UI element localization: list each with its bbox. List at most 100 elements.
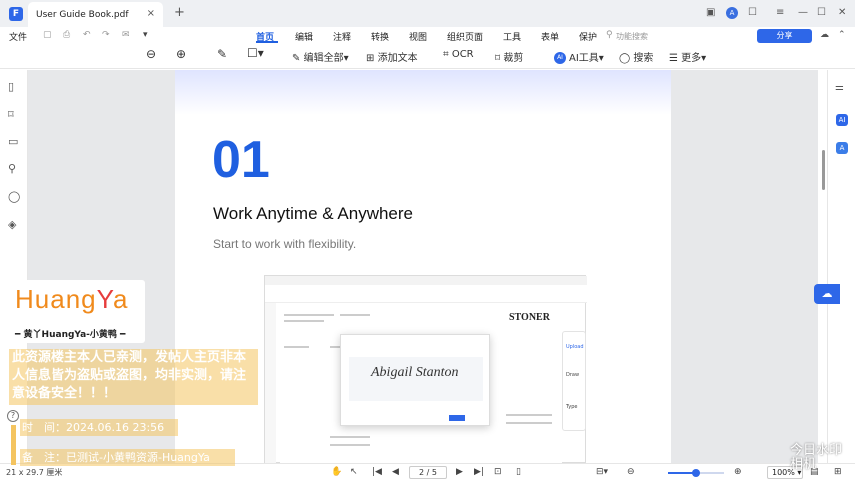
embedded-line <box>330 436 370 438</box>
tab-view[interactable]: 视图 <box>409 30 427 43</box>
embedded-line <box>506 422 552 424</box>
attachment-icon[interactable]: ⚲ <box>8 162 16 175</box>
ocr-button[interactable]: ⌗ OCR <box>443 49 474 60</box>
menu-icon[interactable]: ≡ <box>776 7 784 18</box>
embedded-line <box>506 414 552 416</box>
zoom-in-icon[interactable]: ⊕ <box>734 467 742 477</box>
more-button[interactable]: ☰ 更多▾ <box>669 49 706 64</box>
translate-icon[interactable]: A <box>836 142 848 154</box>
tab-forms[interactable]: 表单 <box>541 30 559 43</box>
feature-search[interactable]: 功能搜索 <box>616 31 648 42</box>
active-tab-indicator <box>256 41 278 43</box>
undo-icon[interactable]: ↶ <box>83 30 91 40</box>
signature-area: Abigail Stanton <box>349 357 483 401</box>
mail-icon[interactable]: ✉ <box>122 30 130 40</box>
search-label: 搜索 <box>633 53 654 64</box>
ai-icon: AI <box>554 52 566 64</box>
edit-all-button[interactable]: ✎ 编辑全部▾ <box>292 49 349 64</box>
watermark-logo: HuangYa <box>15 284 129 315</box>
help-icon[interactable]: ? <box>7 410 19 422</box>
redo-icon[interactable]: ↷ <box>102 30 110 40</box>
embedded-toolbar <box>265 285 587 303</box>
zoom-out-icon[interactable]: ⊖ <box>146 47 156 61</box>
tab-convert[interactable]: 转换 <box>371 30 389 43</box>
hand-tool-icon[interactable]: ✋ <box>331 467 342 477</box>
embedded-line <box>284 320 324 322</box>
feature-search-icon: ⚲ <box>606 30 613 40</box>
file-menu[interactable]: 文件 <box>9 30 27 43</box>
crop-icon: ⌑ <box>495 53 501 64</box>
watermark-notice: 此资源楼主本人已亲测，发帖人主页非本人信息皆为盗贴或盗图，均非实测，请注意设备安… <box>9 349 258 405</box>
view-mode-icon[interactable]: ⊟▾ <box>596 467 608 477</box>
new-tab-icon[interactable]: + <box>174 5 185 20</box>
chapter-subtitle: Start to work with flexibility. <box>213 237 357 251</box>
cloud-icon[interactable]: ☁ <box>820 30 829 40</box>
crop-button[interactable]: ⌑ 裁剪 <box>495 49 523 64</box>
page-number-input[interactable]: 2 / 5 <box>409 466 447 479</box>
first-page-icon[interactable]: |◀ <box>372 467 382 477</box>
avatar[interactable]: A <box>726 7 738 19</box>
user-icon[interactable]: ☐ <box>748 7 757 18</box>
camera-watermark: 今日水印 相机 <box>790 443 843 472</box>
zoom-slider-handle[interactable] <box>692 469 700 477</box>
tab-tools[interactable]: 工具 <box>503 30 521 43</box>
watermark-time: 时 间：2024.06.16 23:56 <box>20 419 178 436</box>
panel-upload: Upload <box>566 344 584 350</box>
single-page-icon[interactable]: ▯ <box>516 467 521 477</box>
tab-organize[interactable]: 组织页面 <box>447 30 483 43</box>
add-text-label: 添加文本 <box>377 53 418 64</box>
right-sidebar: ⚌ AI A <box>827 70 855 463</box>
ai-tools-button[interactable]: AI AI工具▾ <box>554 49 604 64</box>
highlight-icon[interactable]: ✎ <box>217 47 227 61</box>
layers-icon[interactable]: ◈ <box>8 218 16 231</box>
prev-page-icon[interactable]: ◀ <box>392 467 399 477</box>
edit-all-label: 编辑全部 <box>303 53 344 64</box>
close-icon[interactable]: ✕ <box>838 7 846 18</box>
document-tab[interactable]: User Guide Book.pdf × <box>28 2 163 27</box>
last-page-icon[interactable]: ▶| <box>474 467 484 477</box>
tab-protect[interactable]: 保护 <box>579 30 597 43</box>
close-tab-icon[interactable]: × <box>147 8 155 19</box>
zoom-slider[interactable] <box>668 469 724 477</box>
chapter-title: Work Anytime & Anywhere <box>213 204 413 223</box>
cloud-upload-icon[interactable]: ☁ <box>814 284 840 304</box>
chapter-number: 01 <box>212 131 270 189</box>
watermark-logo-card: HuangYa ━ 黄丫HuangYa-小黄鸭 ━ <box>9 280 145 343</box>
search-panel-icon[interactable]: ◯ <box>8 190 20 203</box>
watermark-remark: 备 注：已测试-小黄鸭资源-HuangYa <box>20 449 235 466</box>
search-icon: ◯ <box>619 53 631 64</box>
maximize-icon[interactable]: ☐ <box>817 7 826 18</box>
panel-type: Type <box>566 404 578 410</box>
bookmark-icon[interactable]: ⌑ <box>8 108 14 121</box>
select-tool-icon[interactable]: ↖ <box>350 467 358 477</box>
properties-icon[interactable]: ⚌ <box>835 82 844 93</box>
embedded-line <box>340 314 370 316</box>
page-size: 21 x 29.7 厘米 <box>6 468 63 477</box>
watermark-logo-text: Huang <box>15 284 97 314</box>
share-button[interactable]: 分享 <box>757 29 812 43</box>
comment-icon[interactable]: ▭ <box>8 135 18 148</box>
next-page-icon[interactable]: ▶ <box>456 467 463 477</box>
expand-icon[interactable]: ⌃ <box>838 30 846 40</box>
print-icon[interactable]: ⎙ <box>63 30 70 40</box>
title-bar: F User Guide Book.pdf × + ▣ A ☐ ≡ — ☐ ✕ <box>0 0 855 27</box>
tab-annotate[interactable]: 注释 <box>333 30 351 43</box>
search-button[interactable]: ◯ 搜索 <box>619 49 653 64</box>
thumbnail-icon[interactable]: ▯ <box>8 80 14 93</box>
ai-assistant-icon[interactable]: AI <box>836 114 848 126</box>
zoom-in-icon[interactable]: ⊕ <box>176 47 186 61</box>
vertical-scrollbar[interactable] <box>822 150 825 190</box>
tab-edit[interactable]: 编辑 <box>295 30 313 43</box>
new-icon[interactable]: ▢ <box>43 30 52 40</box>
toolbar: ⊖ ⊕ ✎ ☐▾ ✎ 编辑全部▾ ⊞ 添加文本 ⌗ OCR ⌑ 裁剪 AI AI工… <box>0 44 855 69</box>
bell-icon[interactable]: ▣ <box>706 7 715 18</box>
zoom-out-icon[interactable]: ⊖ <box>627 467 635 477</box>
fit-icon[interactable]: ⊡ <box>494 467 502 477</box>
add-text-button[interactable]: ⊞ 添加文本 <box>366 49 418 64</box>
menu-bar: 文件 ▢ ⎙ ↶ ↷ ✉ ▾ 首页 编辑 注释 转换 视图 组织页面 工具 表单… <box>0 27 855 44</box>
embedded-line <box>284 314 334 316</box>
minimize-icon[interactable]: — <box>798 7 808 18</box>
pen-icon: ✎ <box>292 53 301 64</box>
shape-icon[interactable]: ☐▾ <box>247 46 264 60</box>
dropdown-icon[interactable]: ▾ <box>143 30 148 40</box>
